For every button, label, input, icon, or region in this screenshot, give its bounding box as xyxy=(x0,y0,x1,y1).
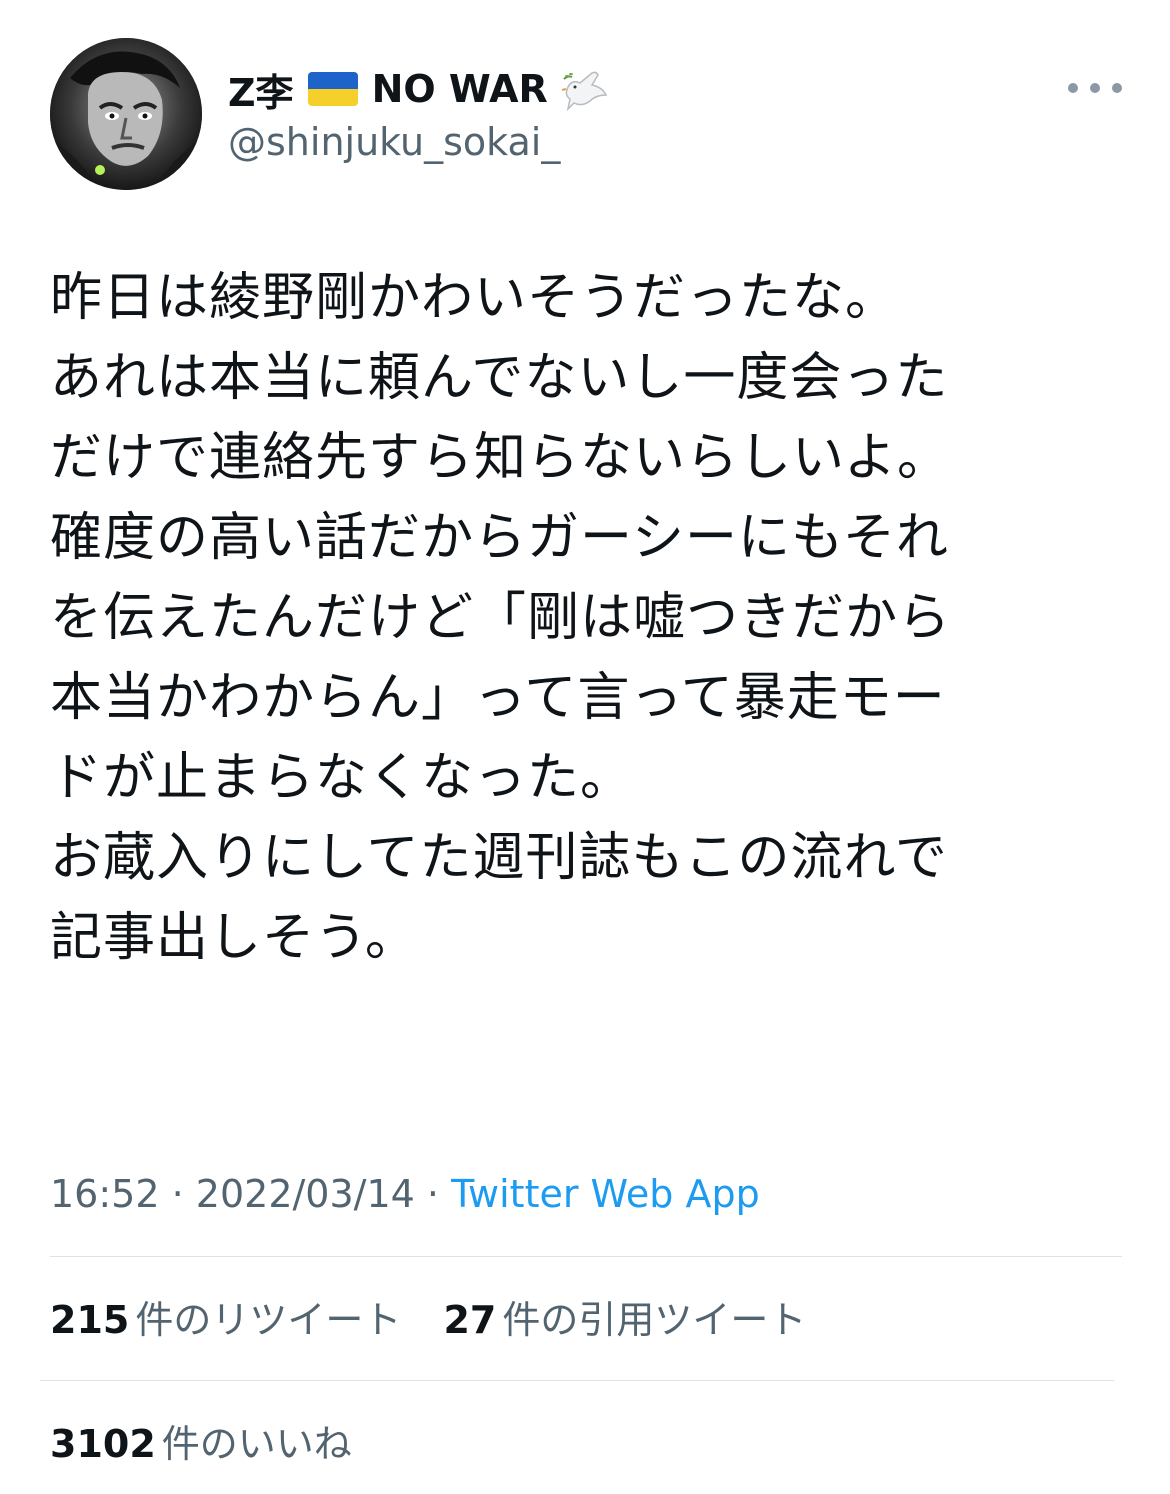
divider xyxy=(40,1380,1114,1381)
tweet-line: 本当かわからん」って言って暴走モー xyxy=(50,668,946,728)
retweet-label: 件のリツイート xyxy=(135,1298,402,1342)
retweets-stat[interactable]: 215 件のリツイート xyxy=(50,1294,401,1346)
quotes-stat[interactable]: 27 件の引用ツイート xyxy=(443,1294,806,1346)
tweet-source-link[interactable]: Twitter Web App xyxy=(451,1172,760,1216)
display-name[interactable]: Z李 NO WAR xyxy=(228,62,610,116)
tweet-meta: 16:52 · 2022/03/14 · Twitter Web App xyxy=(50,1168,760,1220)
avatar[interactable] xyxy=(50,38,202,190)
dove-icon xyxy=(561,65,610,113)
divider xyxy=(50,1256,1122,1257)
tweet-line: 記事出しそう。 xyxy=(50,908,418,968)
tweet-line: あれは本当に頼んでないし一度会った xyxy=(50,348,949,408)
tweet-line: お蔵入りにしてた週刊誌もこの流れで xyxy=(50,828,948,888)
quote-label: 件の引用ツイート xyxy=(502,1298,807,1342)
tweet-line: ドが止まらなくなった。 xyxy=(50,748,634,808)
more-options-icon[interactable] xyxy=(1068,74,1122,102)
tweet-time[interactable]: 16:52 xyxy=(50,1172,160,1216)
stats-row: 215 件のリツイート 27 件の引用ツイート xyxy=(50,1294,806,1346)
quote-count: 27 xyxy=(443,1298,497,1342)
user-name: Z李 xyxy=(228,70,294,115)
tweet-text: 昨日は綾野剛かわいそうだったな。 あれは本当に頼んでないし一度会った だけで連絡… xyxy=(50,258,1130,978)
like-count: 3102 xyxy=(50,1422,156,1466)
user-handle[interactable]: @shinjuku_sokai_ xyxy=(228,120,560,164)
meta-separator: · xyxy=(171,1172,184,1216)
user-name-suffix: NO WAR xyxy=(371,67,548,111)
tweet-line: 確度の高い話だからガーシーにもそれ xyxy=(50,508,949,568)
like-label: 件のいいね xyxy=(161,1422,352,1466)
meta-separator: · xyxy=(426,1172,440,1216)
tweet-line: 昨日は綾野剛かわいそうだったな。 xyxy=(50,268,899,328)
tweet-line: だけで連絡先すら知らないらしいよ。 xyxy=(50,428,950,488)
retweet-count: 215 xyxy=(50,1298,130,1342)
likes-stat[interactable]: 3102 件のいいね xyxy=(50,1418,352,1470)
likes-row: 3102 件のいいね xyxy=(50,1418,352,1470)
ukraine-flag-icon xyxy=(307,72,358,106)
tweet-date[interactable]: 2022/03/14 xyxy=(196,1172,415,1216)
tweet-line: を伝えたんだけど「剛は嘘つきだから xyxy=(50,588,952,648)
